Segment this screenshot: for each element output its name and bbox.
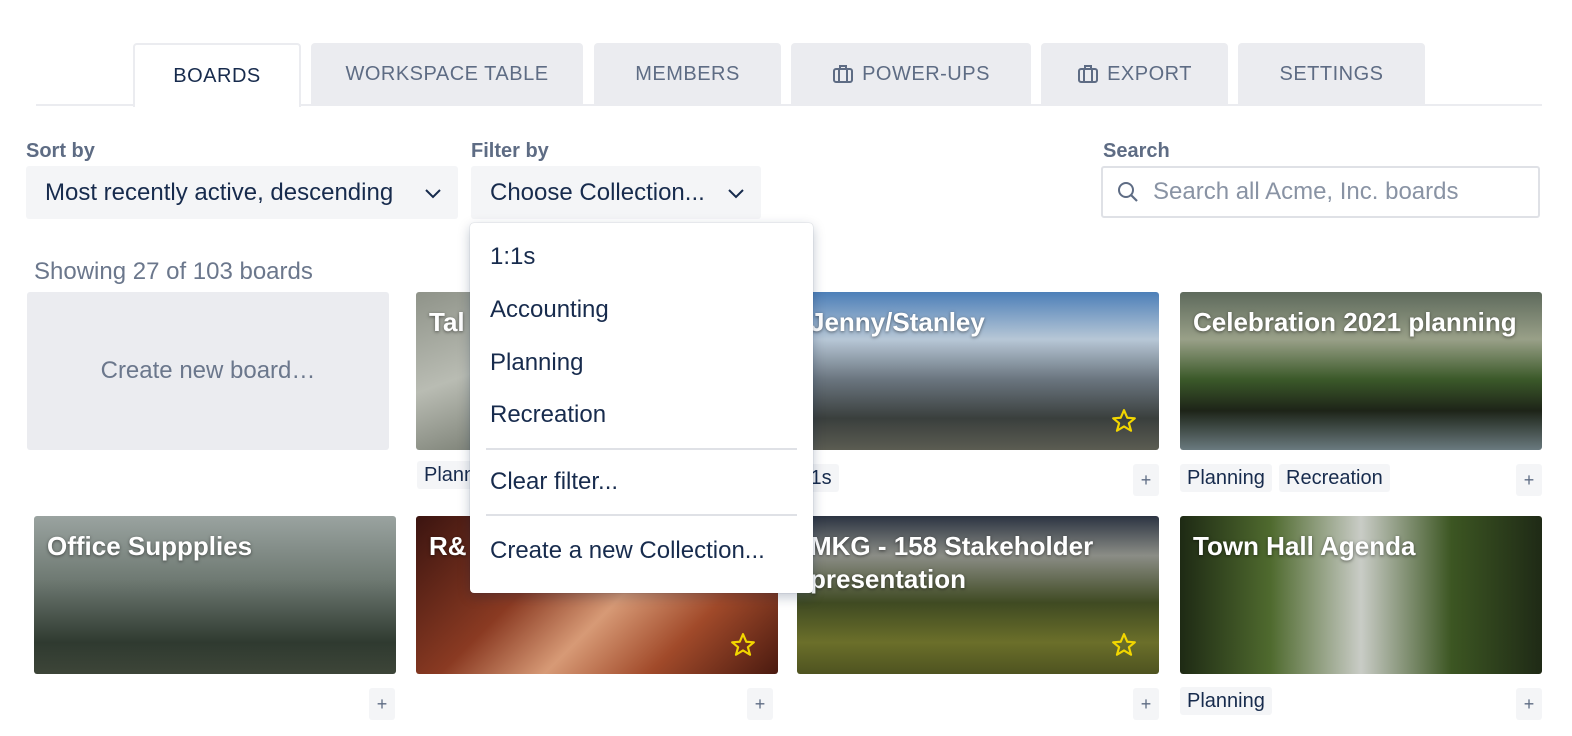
tab-settings[interactable]: SETTINGS: [1238, 43, 1425, 105]
tab-workspace-table[interactable]: WORKSPACE TABLE: [311, 43, 583, 105]
board-tile[interactable]: Office Suppplies: [34, 516, 396, 674]
tab-label: POWER-UPS: [862, 62, 990, 85]
board-title: Celebration 2021 planning: [1193, 307, 1517, 337]
sort-label: Sort by: [26, 140, 95, 162]
star-icon[interactable]: [1111, 632, 1137, 658]
search-icon: [1118, 182, 1138, 202]
add-collection-button[interactable]: +: [1133, 464, 1159, 496]
create-board-button[interactable]: Create new board…: [27, 292, 389, 450]
tab-label: EXPORT: [1107, 62, 1192, 85]
search-box: [1101, 166, 1540, 218]
tab-label: BOARDS: [173, 64, 261, 87]
star-icon[interactable]: [730, 632, 756, 658]
collection-tag: Planning: [1180, 687, 1272, 715]
tab-label: SETTINGS: [1279, 62, 1384, 85]
board-tile[interactable]: Jenny/Stanley: [797, 292, 1159, 450]
tab-members[interactable]: MEMBERS: [594, 43, 781, 105]
add-collection-button[interactable]: +: [1516, 464, 1542, 496]
board-title: MKG - 158 Stakeholder presentation: [810, 531, 1094, 594]
sort-select[interactable]: Most recently active, descending: [26, 166, 458, 219]
chevron-down-icon: [728, 188, 744, 198]
collection-tag: Planning: [1180, 464, 1272, 492]
tab-export[interactable]: EXPORT: [1041, 43, 1228, 105]
filter-label: Filter by: [471, 140, 549, 162]
filter-option[interactable]: Recreation: [490, 401, 606, 429]
add-collection-button[interactable]: +: [1133, 688, 1159, 720]
board-tile[interactable]: Celebration 2021 planning: [1180, 292, 1542, 450]
filter-option[interactable]: 1:1s: [490, 243, 535, 271]
dropdown-divider: [486, 514, 797, 516]
briefcase-icon: [833, 65, 854, 83]
collection-tag: Recreation: [1279, 464, 1390, 492]
add-collection-button[interactable]: +: [747, 688, 773, 720]
board-count-text: Showing 27 of 103 boards: [34, 258, 313, 285]
tab-power-ups[interactable]: POWER-UPS: [791, 43, 1031, 105]
add-collection-button[interactable]: +: [369, 688, 395, 720]
filter-option[interactable]: Accounting: [490, 296, 609, 324]
tab-label: WORKSPACE TABLE: [345, 62, 549, 85]
clear-filter-option[interactable]: Clear filter...: [490, 468, 618, 496]
board-title: Office Suppplies: [47, 531, 253, 561]
board-tile[interactable]: Town Hall Agenda: [1180, 516, 1542, 674]
search-label: Search: [1103, 140, 1170, 162]
board-title: Town Hall Agenda: [1193, 531, 1416, 561]
create-board-label: Create new board…: [100, 357, 316, 384]
sort-value: Most recently active, descending: [45, 178, 394, 206]
tab-boards[interactable]: BOARDS: [133, 43, 301, 107]
board-tile[interactable]: MKG - 158 Stakeholder presentation: [797, 516, 1159, 674]
briefcase-icon: [1078, 65, 1099, 83]
star-icon[interactable]: [1111, 408, 1137, 434]
tab-label: MEMBERS: [635, 62, 740, 85]
filter-value: Choose Collection...: [490, 178, 705, 206]
search-input[interactable]: [1153, 178, 1523, 206]
filter-select[interactable]: Choose Collection...: [471, 166, 761, 219]
create-collection-option[interactable]: Create a new Collection...: [490, 537, 765, 565]
filter-option[interactable]: Planning: [490, 349, 583, 377]
filter-dropdown: 1:1s Accounting Planning Recreation Clea…: [470, 223, 813, 593]
dropdown-divider: [486, 448, 797, 450]
add-collection-button[interactable]: +: [1516, 688, 1542, 720]
chevron-down-icon: [425, 188, 441, 198]
board-title: Jenny/Stanley: [810, 307, 985, 337]
